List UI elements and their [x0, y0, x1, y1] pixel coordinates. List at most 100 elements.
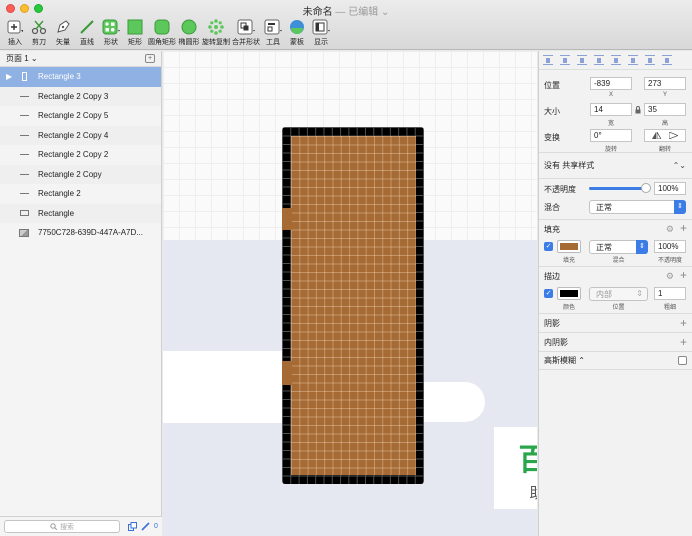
border-color-swatch[interactable] [557, 287, 581, 300]
chevron-updown-icon: ⇕ [636, 289, 643, 298]
border-title: 描边 [544, 271, 560, 281]
opacity-slider-track[interactable] [589, 187, 647, 190]
flip-vertical-icon[interactable] [669, 132, 678, 139]
blur-section-header: 高斯模糊 ⌃ [539, 351, 692, 370]
shared-style-selector[interactable]: 没有 共享样式 ⌃⌄ [539, 152, 692, 178]
add-fill-icon[interactable]: + [680, 221, 687, 235]
height-field[interactable]: 35 [644, 103, 686, 116]
border-enabled-checkbox[interactable]: ✓ [544, 289, 553, 298]
opacity-slider-knob[interactable] [641, 183, 651, 193]
rotation-field[interactable]: 0° [590, 129, 632, 142]
distribute-vertical-icon[interactable] [560, 55, 570, 65]
shape-tool-label: 形状 [104, 39, 118, 46]
border-row: ✓ 内部 ⇕ 1 颜色 位置 粗细 [539, 285, 692, 313]
opacity-field[interactable]: 100% [654, 182, 686, 195]
layer-name: Rectangle 2 Copy 2 [38, 150, 109, 160]
add-page-icon[interactable]: + [145, 54, 155, 63]
document-status[interactable]: — 已编辑 ⌄ [335, 7, 389, 18]
tools-tool-label: 工具 [266, 39, 280, 46]
lock-icon[interactable] [635, 106, 641, 114]
combine-icon [235, 18, 257, 36]
chevron-updown-icon: ⇕ [674, 200, 686, 214]
scissors-tool-button[interactable]: 剪刀 [28, 18, 50, 47]
border-width-field[interactable]: 1 [654, 287, 686, 300]
border-width-label: 粗细 [663, 305, 676, 311]
blend-row: 混合 正常 ⇕ [539, 197, 692, 219]
page-selector[interactable]: 页面 1 ⌄ + [0, 51, 161, 67]
duplicate-icon[interactable] [128, 522, 137, 531]
layer-row[interactable]: Rectangle 2 [0, 184, 161, 204]
layer-search-input[interactable]: 搜索 [4, 520, 120, 533]
add-border-icon[interactable]: + [680, 268, 687, 282]
flip-horizontal-icon[interactable] [652, 132, 661, 139]
blur-enabled-checkbox[interactable] [678, 356, 687, 365]
layer-name: Rectangle [38, 208, 75, 218]
gear-icon[interactable]: ⚙ [666, 224, 674, 234]
selected-rectangle-fill[interactable] [291, 136, 416, 475]
watermark-sub-text: 助你轻松解决 [494, 482, 537, 503]
layer-row[interactable]: Rectangle [0, 203, 161, 223]
toolbar: 插入 剪刀 矢量 直线 形状 矩形 圆角矩形 椭圆形 旋转复制 合并形状 工具 蒙板 显示 [4, 18, 334, 47]
line-tool-button[interactable]: 直线 [76, 18, 98, 47]
rotate-copy-icon [205, 18, 227, 36]
rotate-copy-tool-button[interactable]: 旋转复制 [202, 18, 230, 47]
layer-img-icon [17, 228, 31, 238]
border-position-dropdown[interactable]: 内部 ⇕ [589, 287, 648, 301]
opacity-label: 不透明度 [544, 185, 576, 194]
align-left-icon[interactable] [577, 55, 587, 65]
watermark-main-text: 百科全说 [518, 444, 538, 477]
inner-shadow-title: 内阴影 [544, 337, 568, 347]
fill-enabled-checkbox[interactable]: ✓ [544, 242, 553, 251]
brush-icon[interactable] [141, 522, 150, 531]
layer-row[interactable]: 7750C728-639D-447A-A7D... [0, 223, 161, 243]
distribute-horizontal-icon[interactable] [543, 55, 553, 65]
shape-tool-button[interactable]: 形状 [100, 18, 122, 47]
fill-blend-value: 正常 [596, 243, 612, 252]
canvas[interactable]: 百科全说 助你轻松解决 [163, 51, 537, 536]
chevron-updown-icon: ⌃⌄ [672, 161, 686, 170]
document-title: 未命名 — 已编辑 ⌄ [0, 3, 692, 18]
align-bottom-icon[interactable] [662, 55, 672, 65]
layer-row[interactable]: Rectangle 2 Copy 3 [0, 86, 161, 106]
align-top-icon[interactable] [628, 55, 638, 65]
gear-icon[interactable]: ⚙ [666, 271, 674, 281]
view-tool-button[interactable]: 显示 [310, 18, 332, 47]
oval-tool-button[interactable]: 椭圆形 [178, 18, 200, 47]
layer-row[interactable]: Rectangle 2 Copy 4 [0, 125, 161, 145]
flip-buttons[interactable] [644, 129, 686, 142]
add-shadow-icon[interactable]: + [680, 317, 687, 329]
rotate-copy-tool-label: 旋转复制 [202, 39, 230, 46]
fill-color-swatch[interactable] [557, 240, 581, 253]
align-center-icon[interactable] [594, 55, 604, 65]
layer-row[interactable]: Rectangle 2 Copy 5 [0, 106, 161, 126]
position-x-field[interactable]: -839 [590, 77, 632, 90]
blur-title[interactable]: 高斯模糊 ⌃ [544, 355, 585, 366]
position-x-label: X [608, 92, 613, 98]
fill-blend-dropdown[interactable]: 正常 ⇕ [589, 240, 648, 254]
tools-tool-button[interactable]: 工具 [262, 18, 284, 47]
layer-row[interactable]: ▶ Rectangle 3 [0, 67, 161, 87]
combine-tool-button[interactable]: 合并形状 [232, 18, 260, 47]
position-y-field[interactable]: 273 [644, 77, 686, 90]
layer-row[interactable]: Rectangle 2 Copy [0, 164, 161, 184]
width-field[interactable]: 14 [590, 103, 632, 116]
layer-rect-icon [17, 208, 31, 218]
blend-mode-dropdown[interactable]: 正常 ⇕ [589, 200, 686, 214]
fill-opacity-field[interactable]: 100% [654, 240, 686, 253]
inner-shadow-section-header: 内阴影 + [539, 332, 692, 351]
artboard-tool-button[interactable]: 蒙板 [286, 18, 308, 47]
transform-row: 变换 0° 旋转 翻转 [539, 126, 692, 153]
layer-row[interactable]: Rectangle 2 Copy 2 [0, 145, 161, 165]
rect-tool-button[interactable]: 矩形 [124, 18, 146, 47]
line-icon [76, 18, 98, 36]
insert-tool-button[interactable]: 插入 [4, 18, 26, 47]
vector-tool-button[interactable]: 矢量 [52, 18, 74, 47]
round-rect-tool-button[interactable]: 圆角矩形 [148, 18, 176, 47]
layer-name: 7750C728-639D-447A-A7D... [38, 228, 143, 238]
align-middle-icon[interactable] [645, 55, 655, 65]
add-inner-shadow-icon[interactable]: + [680, 336, 687, 348]
layer-name: Rectangle 3 [38, 72, 81, 82]
disclosure-triangle-icon[interactable]: ▶ [6, 72, 14, 81]
shadow-section-header: 阴影 + [539, 313, 692, 332]
align-right-icon[interactable] [611, 55, 621, 65]
